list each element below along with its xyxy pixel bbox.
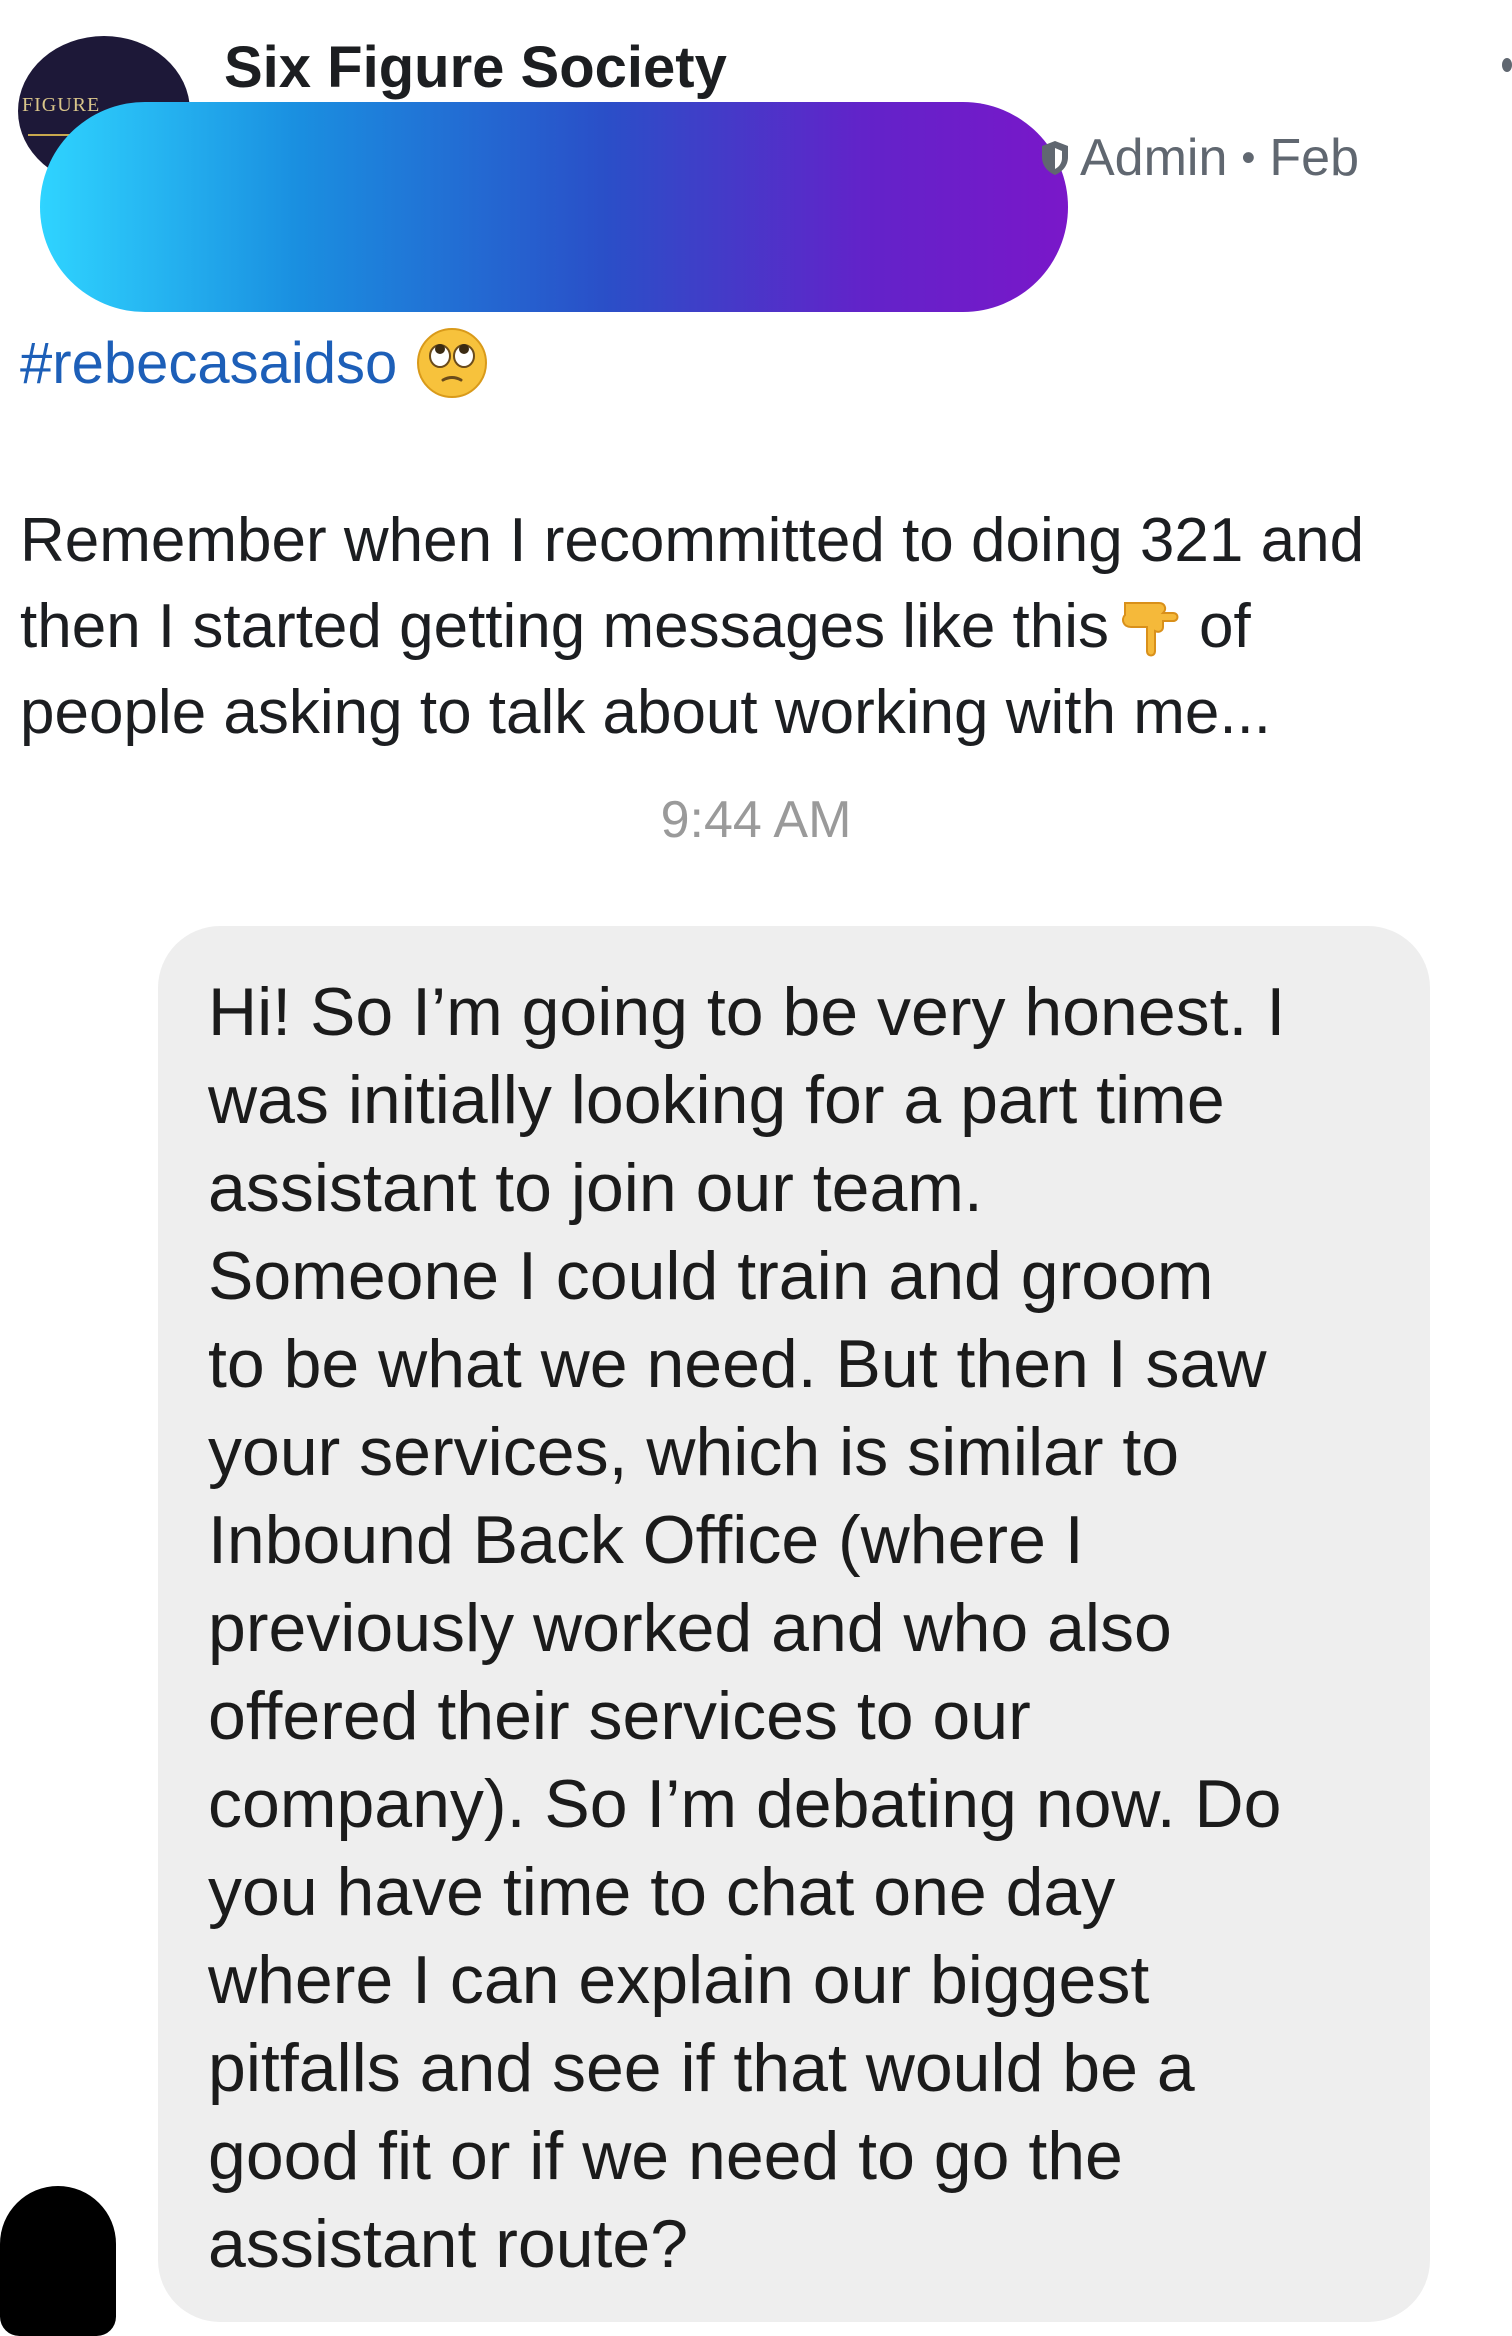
message-text: Hi! So I’m going to be very honest. I wa… — [208, 968, 1382, 2288]
message-line: where I can explain our biggest — [208, 1942, 1150, 2018]
post-meta: Admin • Feb — [1040, 128, 1359, 188]
face-with-rolling-eyes-icon — [417, 328, 488, 398]
message-line: you have time to chat one day — [208, 1854, 1116, 1930]
message-line: previously worked and who also — [208, 1590, 1172, 1666]
post-line-text: then I started getting messages like thi… — [20, 592, 1110, 661]
more-options-icon[interactable] — [1502, 58, 1512, 72]
message-line: Inbound Back Office (where I — [208, 1502, 1084, 1578]
hashtag-link[interactable]: #rebecasaidso — [20, 330, 397, 397]
message-line: your services, which is similar to — [208, 1414, 1180, 1490]
message-timestamp: 9:44 AM — [660, 791, 852, 849]
group-avatar-text: FIGURE — [22, 94, 101, 116]
message-line: was initially looking for a part time — [208, 1062, 1225, 1138]
post-line: then I started getting messages like thi… — [20, 584, 1500, 670]
message-line: Hi! So I’m going to be very honest. I — [208, 974, 1286, 1050]
admin-shield-icon — [1042, 141, 1068, 175]
role-badge: Admin — [1080, 129, 1228, 187]
backhand-index-pointing-down-icon — [1122, 602, 1179, 657]
message-line: offered their services to our — [208, 1678, 1031, 1754]
message-line: assistant to join our team. — [208, 1150, 983, 1226]
separator-dot: • — [1241, 135, 1256, 180]
redaction-overlay — [40, 102, 1068, 312]
hashtag-row: #rebecasaidso — [20, 326, 489, 400]
group-name[interactable]: Six Figure Society — [224, 36, 727, 100]
message-line: company). So I’m debating now. Do — [208, 1766, 1282, 1842]
message-line: good fit or if we need to go the — [208, 2118, 1123, 2194]
message-line: assistant route? — [208, 2206, 689, 2282]
sender-avatar — [0, 2186, 116, 2336]
message-line: Someone I could train and groom — [208, 1238, 1214, 1314]
message-line: to be what we need. But then I saw — [208, 1326, 1267, 1402]
message-bubble: Hi! So I’m going to be very honest. I wa… — [158, 926, 1430, 2322]
post-line-text: of — [1199, 592, 1251, 661]
message-line: pitfalls and see if that would be a — [208, 2030, 1195, 2106]
post-date[interactable]: Feb — [1269, 128, 1359, 188]
post-line: Remember when I recommitted to doing 321… — [20, 506, 1365, 575]
post-body: Remember when I recommitted to doing 321… — [20, 498, 1500, 756]
post-line: people asking to talk about working with… — [20, 678, 1272, 747]
